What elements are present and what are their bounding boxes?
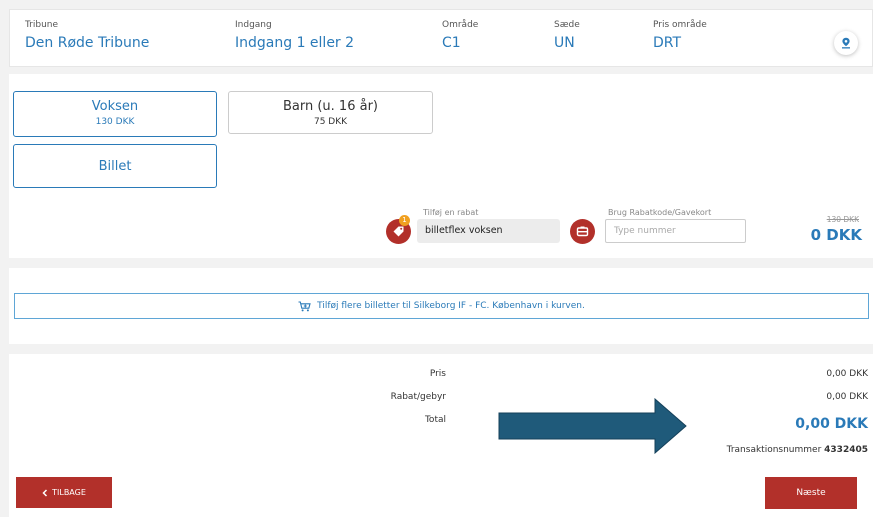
back-label: TILBAGE bbox=[52, 488, 86, 497]
add-more-band: Tilføj flere billetter til Silkeborg IF … bbox=[9, 268, 873, 344]
order-summary: Pris 0,00 DKK Rabat/gebyr 0,00 DKK Total… bbox=[9, 354, 873, 517]
ticket-option-barn[interactable]: Barn (u. 16 år) 75 DKK bbox=[228, 91, 433, 134]
cart-plus-icon bbox=[298, 300, 311, 311]
ticket-type-label: Billet bbox=[98, 159, 132, 174]
rabat-value: 0,00 DKK bbox=[826, 392, 868, 402]
rabat-label: Rabat/gebyr bbox=[390, 392, 446, 402]
omrade-value: C1 bbox=[442, 35, 461, 51]
checkout-page: Tribune Den Røde Tribune Indgang Indgang… bbox=[0, 0, 873, 517]
pris-value: 0,00 DKK bbox=[826, 369, 868, 379]
seat-info-panel: Tribune Den Røde Tribune Indgang Indgang… bbox=[9, 9, 873, 67]
map-pin-icon bbox=[842, 37, 850, 49]
ticket-selection-panel: Voksen 130 DKK Barn (u. 16 år) 75 DKK Bi… bbox=[9, 74, 873, 258]
tribune-label: Tribune bbox=[25, 20, 59, 30]
gift-card-icon bbox=[576, 226, 589, 237]
pris-omrade-value: DRT bbox=[653, 35, 682, 51]
old-price: 130 DKK bbox=[826, 215, 859, 224]
indgang-value: Indgang 1 eller 2 bbox=[235, 35, 355, 51]
voucher-label: Brug Rabatkode/Gavekort bbox=[608, 208, 712, 217]
omrade-label: Område bbox=[442, 20, 479, 30]
ticket-option-label: Voksen bbox=[91, 99, 139, 114]
indgang-label: Indgang bbox=[235, 20, 272, 30]
ticket-option-price: 75 DKK bbox=[313, 117, 348, 127]
new-price: 0 DKK bbox=[810, 226, 862, 244]
ticket-option-voksen[interactable]: Voksen 130 DKK bbox=[13, 91, 217, 137]
ticket-option-price: 130 DKK bbox=[95, 117, 135, 127]
saede-col: Sæde UN bbox=[554, 20, 580, 51]
tribune-col: Tribune Den Røde Tribune bbox=[25, 20, 149, 51]
transaction-value: 4332405 bbox=[824, 445, 868, 455]
next-label: Næste bbox=[796, 488, 826, 498]
tribune-value: Den Røde Tribune bbox=[25, 35, 150, 51]
total-value: 0,00 DKK bbox=[795, 416, 868, 432]
indgang-col: Indgang Indgang 1 eller 2 bbox=[235, 20, 354, 51]
ticket-option-label: Barn (u. 16 år) bbox=[282, 99, 378, 114]
omrade-col: Område C1 bbox=[442, 20, 478, 51]
map-pin-button[interactable] bbox=[834, 31, 858, 55]
pris-omrade-label: Pris område bbox=[653, 20, 707, 30]
discount-label: Tilføj en rabat bbox=[423, 208, 479, 217]
pris-omrade-col: Pris område DRT bbox=[653, 20, 707, 51]
annotation-arrow bbox=[498, 398, 687, 454]
voucher-button[interactable] bbox=[570, 219, 595, 244]
voucher-code-input[interactable]: Type nummer bbox=[605, 219, 746, 243]
chevron-left-icon bbox=[42, 488, 48, 497]
saede-value: UN bbox=[554, 35, 575, 51]
next-button[interactable]: Næste bbox=[765, 477, 857, 509]
pris-label: Pris bbox=[429, 369, 446, 379]
total-label: Total bbox=[424, 415, 446, 425]
discount-count-badge: 1 bbox=[399, 215, 410, 226]
transaction-label: Transaktionsnummer bbox=[726, 445, 822, 455]
add-more-text: Tilføj flere billetter til Silkeborg IF … bbox=[317, 301, 585, 311]
back-button[interactable]: TILBAGE bbox=[16, 477, 112, 508]
transaction-number: Transaktionsnummer 4332405 bbox=[727, 445, 868, 455]
discount-value[interactable]: billetflex voksen bbox=[417, 219, 560, 243]
add-more-link[interactable]: Tilføj flere billetter til Silkeborg IF … bbox=[14, 293, 869, 319]
saede-label: Sæde bbox=[554, 20, 580, 30]
ticket-type-billet[interactable]: Billet bbox=[13, 144, 217, 188]
tag-icon bbox=[393, 226, 404, 237]
